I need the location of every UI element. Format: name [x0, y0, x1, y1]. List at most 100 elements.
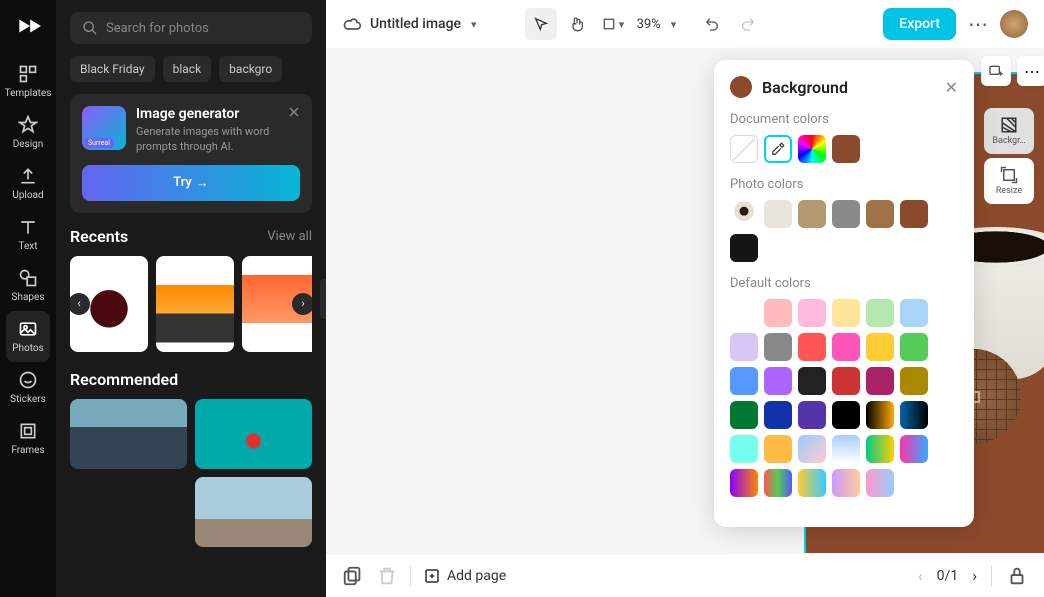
- recent-thumb[interactable]: [156, 256, 234, 352]
- photo-thumb[interactable]: [70, 399, 187, 469]
- color-swatch[interactable]: [832, 401, 860, 429]
- nav-upload[interactable]: Upload: [0, 158, 56, 209]
- chevron-down-icon[interactable]: ▾: [671, 18, 677, 31]
- color-swatch[interactable]: [832, 135, 860, 163]
- undo-button[interactable]: [696, 8, 728, 40]
- color-swatch[interactable]: [866, 367, 894, 395]
- photos-sidebar: Search for photos Black Friday black bac…: [56, 0, 326, 597]
- color-swatch[interactable]: [900, 299, 928, 327]
- color-swatch[interactable]: [900, 435, 928, 463]
- nav-templates[interactable]: Templates: [0, 56, 56, 107]
- export-button[interactable]: Export: [883, 8, 956, 40]
- view-all-link[interactable]: View all: [267, 229, 312, 244]
- tag-item[interactable]: backgro: [219, 56, 282, 82]
- prev-page-button[interactable]: ‹: [918, 566, 923, 585]
- color-swatch[interactable]: [730, 469, 758, 497]
- color-swatch[interactable]: [764, 135, 792, 163]
- color-swatch[interactable]: [764, 367, 792, 395]
- color-swatch[interactable]: [730, 435, 758, 463]
- cursor-tool[interactable]: [525, 8, 557, 40]
- color-swatch[interactable]: [764, 333, 792, 361]
- add-element-button[interactable]: [981, 56, 1011, 86]
- color-swatch[interactable]: [798, 333, 826, 361]
- scroll-right-button[interactable]: ›: [292, 293, 312, 315]
- nav-text[interactable]: Text: [0, 209, 56, 260]
- more-menu[interactable]: ⋯: [960, 12, 996, 36]
- hand-tool[interactable]: [561, 8, 593, 40]
- try-button[interactable]: Try→: [82, 165, 300, 201]
- color-swatch[interactable]: [866, 435, 894, 463]
- right-toolbar: Backgr… Resize: [984, 108, 1034, 204]
- promo-thumbnail: Surreal: [82, 106, 126, 150]
- color-swatch[interactable]: [730, 234, 758, 262]
- nav-stickers[interactable]: Stickers: [0, 362, 56, 413]
- pages-icon[interactable]: [342, 565, 364, 587]
- sidebar-collapse-handle[interactable]: [320, 279, 326, 319]
- next-page-button[interactable]: ›: [972, 566, 977, 585]
- search-input[interactable]: Search for photos: [70, 12, 312, 44]
- tag-item[interactable]: Black Friday: [70, 56, 155, 82]
- nav-frames[interactable]: Frames: [0, 413, 56, 464]
- color-swatch[interactable]: [900, 401, 928, 429]
- add-page-button[interactable]: Add page: [423, 567, 506, 585]
- canvas-more-button[interactable]: ⋯: [1017, 56, 1044, 86]
- color-swatch[interactable]: [798, 367, 826, 395]
- color-swatch[interactable]: [730, 367, 758, 395]
- color-swatch[interactable]: [730, 200, 758, 228]
- color-swatch[interactable]: [866, 299, 894, 327]
- photo-thumb[interactable]: [195, 399, 312, 469]
- color-swatch[interactable]: [764, 401, 792, 429]
- crop-tool[interactable]: ▾: [597, 8, 629, 40]
- color-swatch[interactable]: [798, 135, 826, 163]
- color-swatch[interactable]: [798, 200, 826, 228]
- color-swatch[interactable]: [832, 333, 860, 361]
- app-logo[interactable]: [14, 12, 42, 40]
- color-swatch[interactable]: [730, 333, 758, 361]
- color-swatch[interactable]: [832, 435, 860, 463]
- color-swatch[interactable]: [764, 200, 792, 228]
- redo-button[interactable]: [732, 8, 764, 40]
- document-title[interactable]: Untitled image: [370, 16, 461, 32]
- color-swatch[interactable]: [730, 401, 758, 429]
- arrow-right-icon: →: [196, 175, 209, 191]
- tag-item[interactable]: black: [163, 56, 212, 82]
- photo-thumb[interactable]: [195, 477, 312, 547]
- user-avatar[interactable]: [1000, 10, 1028, 38]
- nav-shapes[interactable]: Shapes: [0, 260, 56, 311]
- close-icon[interactable]: ✕: [945, 78, 958, 97]
- color-swatch[interactable]: [798, 299, 826, 327]
- default-color-swatches: [730, 299, 958, 497]
- resize-tool[interactable]: Resize: [984, 158, 1034, 204]
- photo-thumb[interactable]: [70, 477, 187, 547]
- color-swatch[interactable]: [730, 135, 758, 163]
- color-swatch[interactable]: [798, 401, 826, 429]
- color-swatch[interactable]: [832, 469, 860, 497]
- nav-photos[interactable]: Photos: [6, 311, 50, 362]
- background-tool[interactable]: Backgr…: [984, 108, 1034, 154]
- color-swatch[interactable]: [764, 435, 792, 463]
- color-swatch[interactable]: [866, 469, 894, 497]
- color-swatch[interactable]: [764, 299, 792, 327]
- chevron-down-icon[interactable]: ▾: [471, 18, 477, 31]
- color-swatch[interactable]: [866, 333, 894, 361]
- color-swatch[interactable]: [866, 200, 894, 228]
- topbar: Untitled image ▾ ▾ 39% ▾ Export ⋯: [326, 0, 1044, 48]
- page-indicator: 0/1: [937, 568, 959, 584]
- color-swatch[interactable]: [730, 299, 758, 327]
- color-swatch[interactable]: [866, 401, 894, 429]
- color-swatch[interactable]: [764, 469, 792, 497]
- color-swatch[interactable]: [832, 367, 860, 395]
- color-swatch[interactable]: [900, 200, 928, 228]
- photo-color-swatches: [730, 200, 958, 262]
- color-swatch[interactable]: [832, 200, 860, 228]
- nav-design[interactable]: Design: [0, 107, 56, 158]
- lock-icon[interactable]: [1006, 565, 1028, 587]
- color-swatch[interactable]: [798, 435, 826, 463]
- close-icon[interactable]: [286, 104, 302, 120]
- zoom-level[interactable]: 39%: [633, 17, 665, 32]
- color-swatch[interactable]: [832, 299, 860, 327]
- color-swatch[interactable]: [798, 469, 826, 497]
- color-swatch[interactable]: [900, 333, 928, 361]
- color-swatch[interactable]: [900, 367, 928, 395]
- cloud-sync-icon[interactable]: [342, 14, 362, 34]
